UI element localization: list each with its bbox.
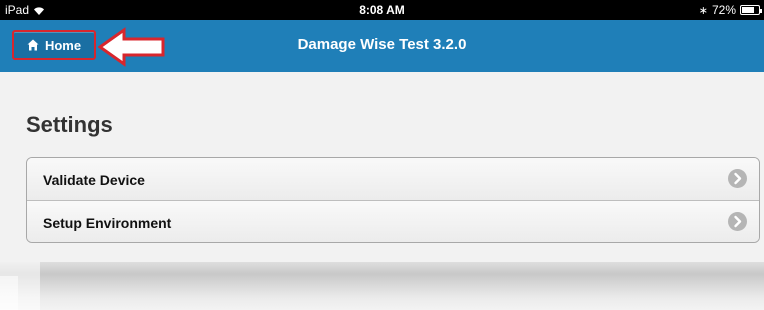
arrow-icon	[98, 27, 165, 67]
list-item-setup-environment[interactable]: Setup Environment	[27, 200, 759, 242]
status-bar: iPad 8:08 AM ∗ 72%	[0, 0, 764, 20]
bluetooth-icon: ∗	[698, 4, 708, 17]
status-right: ∗ 72%	[698, 3, 762, 17]
list-item-label: Validate Device	[43, 172, 145, 188]
blurred-region	[0, 262, 764, 310]
status-time: 8:08 AM	[359, 3, 405, 17]
chevron-right-icon	[728, 169, 747, 188]
battery-fill	[742, 7, 754, 13]
battery-icon	[740, 5, 762, 15]
battery-percent: 72%	[711, 3, 736, 17]
blur-block	[0, 276, 18, 310]
chevron-right-icon	[728, 212, 747, 231]
list-item-validate-device[interactable]: Validate Device	[27, 158, 759, 200]
page-title: Settings	[26, 112, 113, 137]
battery-tip	[760, 9, 762, 13]
settings-list: Validate Device Setup Environment	[26, 157, 760, 243]
list-item-label: Setup Environment	[43, 215, 172, 231]
